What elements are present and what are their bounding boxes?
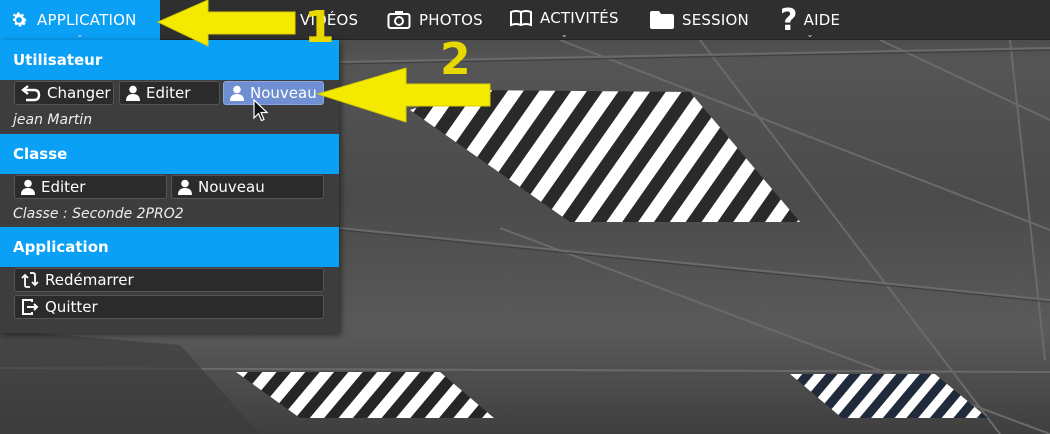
mouse-cursor-icon — [253, 98, 269, 127]
editer-user-label: Editer — [146, 84, 191, 102]
book-icon — [510, 9, 532, 27]
redemarrer-label: Redémarrer — [45, 271, 134, 289]
nouveau-classe-label: Nouveau — [198, 178, 265, 196]
quitter-label: Quitter — [45, 298, 98, 316]
nav-activites-label: ACTIVITÉS — [540, 9, 619, 27]
redemarrer-button[interactable]: Redémarrer — [14, 268, 324, 292]
question-icon: ? — [780, 2, 798, 38]
user-icon — [230, 85, 244, 101]
editer-classe-label: Editer — [41, 178, 86, 196]
gear-icon — [9, 10, 29, 30]
nav-session[interactable]: SESSION — [650, 0, 749, 40]
annotation-step-1: 1 — [304, 2, 335, 53]
changer-user-label: Changer — [47, 84, 111, 102]
camera-icon — [387, 10, 411, 30]
editer-classe-button[interactable]: Editer — [14, 175, 167, 199]
changer-user-button[interactable]: Changer — [14, 81, 114, 105]
section-header-classe: Classe — [0, 134, 339, 174]
editer-user-button[interactable]: Editer — [119, 81, 220, 105]
nav-application[interactable]: APPLICATION ⌄ — [0, 0, 160, 40]
application-dropdown-menu: Utilisateur Changer Editer Nouveau jean … — [0, 40, 339, 333]
current-user-name: jean Martin — [13, 112, 93, 128]
nav-aide-label: AIDE — [803, 11, 841, 29]
exit-icon — [21, 298, 39, 316]
section-header-application: Application — [0, 227, 339, 267]
chevron-down-icon: ⌄ — [560, 30, 568, 39]
undo-icon — [21, 84, 41, 102]
nav-aide[interactable]: ? AIDE ⌄ — [780, 0, 840, 40]
nav-photos-label: PHOTOS — [419, 11, 483, 29]
restart-icon — [21, 271, 39, 289]
nav-activites[interactable]: ACTIVITÉS ⌄ — [510, 0, 619, 39]
chevron-down-icon: ⌄ — [76, 30, 84, 39]
user-icon — [126, 85, 140, 101]
chevron-down-icon: ⌄ — [806, 30, 814, 39]
nav-session-label: SESSION — [682, 11, 749, 29]
quitter-button[interactable]: Quitter — [14, 295, 324, 319]
user-icon — [21, 179, 35, 195]
annotation-arrow-1 — [150, 0, 310, 54]
nouveau-classe-button[interactable]: Nouveau — [171, 175, 324, 199]
folder-icon — [650, 11, 674, 29]
user-icon — [178, 179, 192, 195]
nouveau-user-button[interactable]: Nouveau — [223, 81, 324, 105]
current-class-info: Classe : Seconde 2PRO2 — [13, 206, 184, 222]
nav-application-label: APPLICATION — [37, 11, 137, 29]
annotation-step-2: 2 — [440, 34, 471, 85]
